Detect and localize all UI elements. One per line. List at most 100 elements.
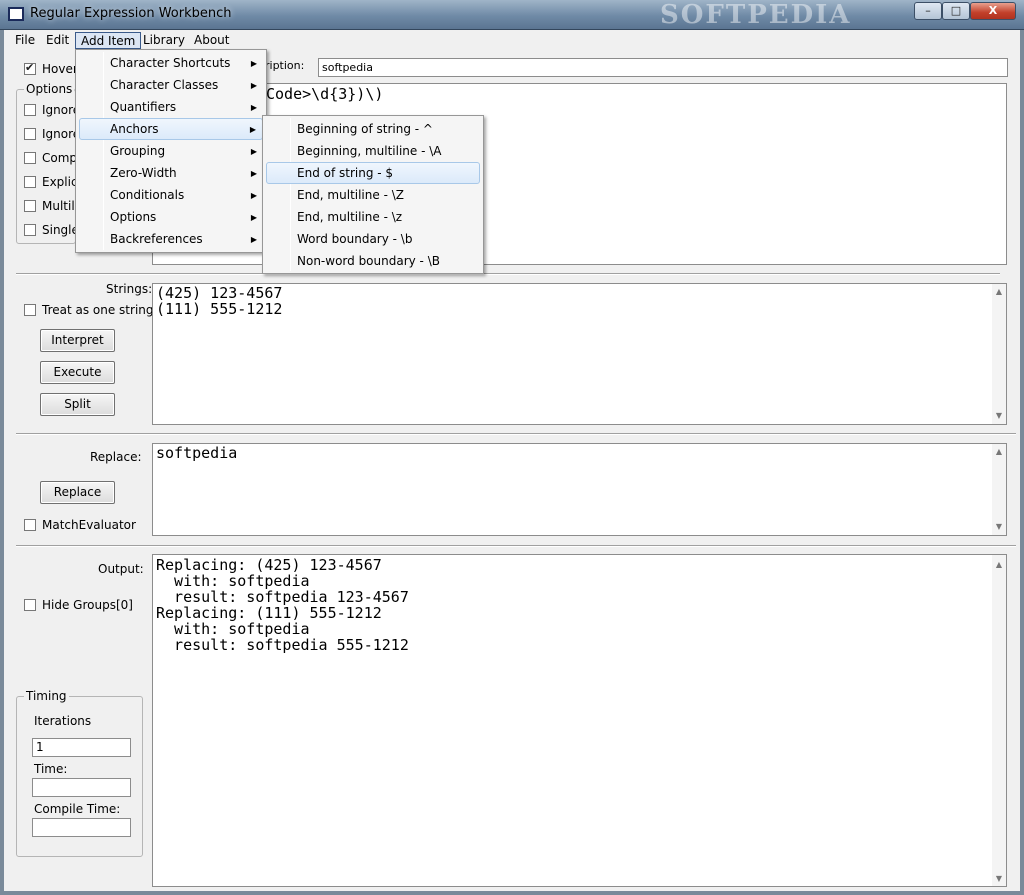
- menu-grouping[interactable]: Grouping ▶: [79, 141, 263, 163]
- menu-about[interactable]: About: [189, 32, 234, 49]
- minimize-button[interactable]: –: [914, 2, 942, 20]
- interpret-button[interactable]: Interpret: [40, 329, 115, 352]
- menu-anchors[interactable]: Anchors ▶: [79, 118, 263, 140]
- option-checkbox-4[interactable]: [24, 176, 36, 188]
- strings-scrollbar[interactable]: [992, 284, 1006, 424]
- menu-edit[interactable]: Edit: [41, 32, 74, 49]
- menu-item-label: Character Shortcuts: [110, 56, 231, 70]
- compile-time-field[interactable]: [32, 818, 131, 837]
- regex-text: Code>\d{3})\): [266, 85, 384, 103]
- output-line-2: with: softpedia: [156, 572, 310, 590]
- replace-button[interactable]: Replace: [40, 481, 115, 504]
- app-window-icon[interactable]: [8, 7, 24, 21]
- submenu-arrow-icon: ▶: [249, 125, 256, 134]
- treat-as-one-label: Treat as one string: [42, 303, 154, 317]
- strings-line-2: (111) 555-1212: [156, 300, 283, 318]
- anchor-end-multiline-z-upper[interactable]: End, multiline - \Z: [266, 185, 480, 207]
- menu-item-label: Grouping: [110, 144, 166, 158]
- time-label: Time:: [34, 762, 68, 776]
- scroll-down-icon[interactable]: ▼: [992, 410, 1006, 422]
- submenu-arrow-icon: ▶: [250, 213, 257, 222]
- submenu-arrow-icon: ▶: [250, 81, 257, 90]
- hide-groups-checkbox[interactable]: [24, 599, 36, 611]
- add-item-menu: Character Shortcuts ▶ Character Classes ▶ …: [75, 49, 267, 253]
- submenu-arrow-icon: ▶: [250, 103, 257, 112]
- menu-quantifiers[interactable]: Quantifiers ▶: [79, 97, 263, 119]
- menu-character-shortcuts[interactable]: Character Shortcuts ▶: [79, 53, 263, 75]
- anchors-submenu: Beginning of string - ^ Beginning, multi…: [262, 115, 484, 274]
- anchor-non-word-boundary[interactable]: Non-word boundary - \B: [266, 251, 480, 273]
- match-evaluator-checkbox[interactable]: [24, 519, 36, 531]
- anchor-word-boundary[interactable]: Word boundary - \b: [266, 229, 480, 251]
- option-checkbox-2[interactable]: [24, 128, 36, 140]
- submenu-arrow-icon: ▶: [250, 147, 257, 156]
- submenu-arrow-icon: ▶: [250, 169, 257, 178]
- anchor-beginning-multiline[interactable]: Beginning, multiline - \A: [266, 141, 480, 163]
- anchor-beginning-of-string[interactable]: Beginning of string - ^: [266, 119, 480, 141]
- treat-as-one-checkbox[interactable]: [24, 304, 36, 316]
- options-title: Options: [24, 82, 75, 96]
- output-scrollbar[interactable]: [992, 555, 1006, 886]
- menu-zero-width[interactable]: Zero-Width ▶: [79, 163, 263, 185]
- menu-add-item[interactable]: Add Item: [75, 32, 142, 49]
- watermark: SOFTPEDIA: [660, 0, 852, 30]
- menu-library[interactable]: Library: [138, 32, 190, 49]
- menu-item-label: Backreferences: [110, 232, 203, 246]
- menu-item-label: Beginning of string - ^: [297, 122, 433, 136]
- replace-value: softpedia: [156, 444, 238, 462]
- menu-item-label: Quantifiers: [110, 100, 177, 114]
- split-button[interactable]: Split: [40, 393, 115, 416]
- replace-editor[interactable]: [152, 443, 1007, 536]
- menu-item-label: Non-word boundary - \B: [297, 254, 440, 268]
- iterations-input[interactable]: 1: [32, 738, 131, 757]
- menu-item-label: End of string - $: [297, 166, 394, 180]
- hover-label: Hover: [42, 62, 78, 76]
- output-line-5: with: softpedia: [156, 620, 310, 638]
- submenu-arrow-icon: ▶: [250, 191, 257, 200]
- anchor-end-of-string[interactable]: End of string - $: [266, 162, 480, 184]
- menu-item-label: Options: [110, 210, 157, 224]
- option-checkbox-5[interactable]: [24, 200, 36, 212]
- scroll-up-icon[interactable]: ▲: [992, 286, 1006, 298]
- menu-item-label: Character Classes: [110, 78, 219, 92]
- menu-item-label: Zero-Width: [110, 166, 177, 180]
- divider-2: [16, 433, 1016, 435]
- menu-item-label: Beginning, multiline - \A: [297, 144, 442, 158]
- menu-character-classes[interactable]: Character Classes ▶: [79, 75, 263, 97]
- menu-backreferences[interactable]: Backreferences ▶: [79, 229, 263, 251]
- close-button[interactable]: X: [970, 2, 1016, 20]
- divider-1: [16, 273, 1000, 275]
- scroll-up-icon[interactable]: ▲: [992, 446, 1006, 458]
- time-field[interactable]: [32, 778, 131, 797]
- hover-checkbox[interactable]: [24, 61, 36, 75]
- output-line-1: Replacing: (425) 123-4567: [156, 556, 382, 574]
- option-checkbox-1[interactable]: [24, 104, 36, 116]
- menu-conditionals[interactable]: Conditionals ▶: [79, 185, 263, 207]
- compile-time-label: Compile Time:: [34, 802, 121, 816]
- option-label-5: Multili: [42, 199, 78, 213]
- anchor-end-multiline-z-lower[interactable]: End, multiline - \z: [266, 207, 480, 229]
- menu-item-label: Conditionals: [110, 188, 185, 202]
- submenu-arrow-icon: ▶: [250, 59, 257, 68]
- output-line-6: result: softpedia 555-1212: [156, 636, 409, 654]
- scroll-down-icon[interactable]: ▼: [992, 521, 1006, 533]
- output-label: Output:: [98, 562, 144, 576]
- scroll-up-icon[interactable]: ▲: [992, 559, 1006, 571]
- scroll-down-icon[interactable]: ▼: [992, 873, 1006, 885]
- iterations-label: Iterations: [34, 714, 92, 728]
- option-label-4: Explic: [42, 175, 78, 189]
- menu-item-label: End, multiline - \Z: [297, 188, 404, 202]
- description-label: ription:: [265, 59, 305, 72]
- execute-button[interactable]: Execute: [40, 361, 115, 384]
- option-label-6: Single: [42, 223, 79, 237]
- menu-item-label: Anchors: [110, 122, 159, 136]
- menu-file[interactable]: File: [10, 32, 40, 49]
- option-checkbox-6[interactable]: [24, 224, 36, 236]
- menu-options[interactable]: Options ▶: [79, 207, 263, 229]
- description-input[interactable]: softpedia: [318, 58, 1008, 77]
- maximize-button[interactable]: □: [942, 2, 970, 20]
- option-checkbox-3[interactable]: [24, 152, 36, 164]
- divider-3: [16, 545, 1016, 547]
- menu-item-label: Word boundary - \b: [297, 232, 413, 246]
- replace-label: Replace:: [90, 450, 142, 464]
